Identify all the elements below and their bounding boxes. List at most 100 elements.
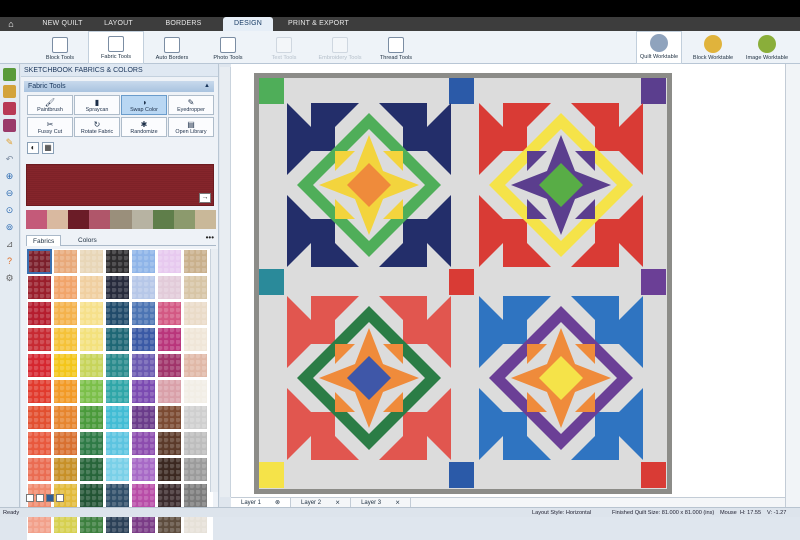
recent-fabric-swatch[interactable] bbox=[194, 210, 216, 229]
fabric-swatch[interactable] bbox=[80, 302, 103, 325]
fabric-swatch[interactable] bbox=[158, 432, 181, 455]
fabric-swatch[interactable] bbox=[28, 328, 51, 351]
open-library-tool[interactable]: ▤ Open Library bbox=[168, 117, 214, 137]
zoom-fit-icon[interactable]: ⊙ bbox=[3, 204, 16, 217]
fabric-swatch[interactable] bbox=[54, 276, 77, 299]
fabric-swatch[interactable] bbox=[158, 328, 181, 351]
fabric-swatch[interactable] bbox=[158, 250, 181, 273]
fabric-swatch[interactable] bbox=[106, 406, 129, 429]
recent-fabric-swatch[interactable] bbox=[152, 210, 174, 229]
fabric-swatch[interactable] bbox=[106, 380, 129, 403]
fabric-swatch[interactable] bbox=[80, 276, 103, 299]
fabric-swatch[interactable] bbox=[54, 354, 77, 377]
help-icon[interactable]: ? bbox=[3, 255, 16, 268]
block-tools-button[interactable]: Block Tools bbox=[32, 31, 88, 64]
fabric-swatch[interactable] bbox=[184, 432, 207, 455]
fabric-swatch[interactable] bbox=[27, 249, 52, 274]
fabric-tools-header[interactable]: Fabric Tools ▲ bbox=[24, 81, 214, 92]
fabric-swatch[interactable] bbox=[80, 432, 103, 455]
fabric-swatch[interactable] bbox=[28, 432, 51, 455]
fabric-swatch[interactable] bbox=[106, 328, 129, 351]
undo-icon[interactable]: ↶ bbox=[3, 153, 16, 166]
fabric-swatch[interactable] bbox=[54, 406, 77, 429]
fabric-swatch[interactable] bbox=[158, 458, 181, 481]
tab-design[interactable]: DESIGN bbox=[223, 17, 273, 31]
fabric-swatch[interactable] bbox=[54, 432, 77, 455]
fabric-swatch[interactable] bbox=[80, 458, 103, 481]
fabric-swatch[interactable] bbox=[80, 380, 103, 403]
fabric-swatch[interactable] bbox=[184, 380, 207, 403]
fabric-swatch[interactable] bbox=[158, 276, 181, 299]
zoom-actual-icon[interactable]: ⊚ bbox=[3, 221, 16, 234]
quilt-canvas[interactable] bbox=[254, 73, 672, 494]
tab-borders[interactable]: BORDERS bbox=[156, 17, 211, 31]
quilt-worktable-button[interactable]: Quilt Worktable bbox=[636, 31, 682, 64]
fabric-swatch[interactable] bbox=[158, 302, 181, 325]
recent-fabric-swatch[interactable] bbox=[110, 210, 132, 229]
auto-borders-button[interactable]: Auto Borders bbox=[144, 31, 200, 64]
fabric-swatch[interactable] bbox=[28, 302, 51, 325]
fabric-swatch[interactable] bbox=[106, 302, 129, 325]
fabric-swatch[interactable] bbox=[132, 250, 155, 273]
recent-fabric-swatch[interactable] bbox=[68, 210, 90, 229]
fabric-swatch[interactable] bbox=[28, 458, 51, 481]
vertical-scrollbar[interactable] bbox=[785, 64, 800, 507]
fabric-swatch[interactable] bbox=[132, 302, 155, 325]
sketchbook-icon[interactable] bbox=[3, 119, 16, 132]
fabric-swatch[interactable] bbox=[132, 380, 155, 403]
zoom-out-icon[interactable]: ⊖ bbox=[3, 187, 16, 200]
zoom-in-icon[interactable]: ⊕ bbox=[3, 170, 16, 183]
fabric-swatch[interactable] bbox=[80, 354, 103, 377]
fabric-swatch[interactable] bbox=[28, 354, 51, 377]
rotate-fabric-tool[interactable]: ↻ Rotate Fabric bbox=[74, 117, 120, 137]
settings-gear-icon[interactable]: ⚙ bbox=[3, 272, 16, 285]
recent-fabric-swatch[interactable] bbox=[47, 210, 69, 229]
fabric-swatch[interactable] bbox=[28, 380, 51, 403]
fabric-swatch[interactable] bbox=[132, 328, 155, 351]
fabric-swatch[interactable] bbox=[106, 458, 129, 481]
fabric-swatch[interactable] bbox=[80, 328, 103, 351]
palette-icon[interactable]: ▦ bbox=[42, 142, 54, 154]
tab-colors[interactable]: Colors bbox=[72, 235, 103, 246]
fabric-swatch[interactable] bbox=[54, 328, 77, 351]
more-options-icon[interactable]: ••• bbox=[206, 233, 214, 242]
tab-print-export[interactable]: PRINT & EXPORT bbox=[281, 17, 356, 31]
fabric-swatch[interactable] bbox=[184, 250, 207, 273]
fabric-swatch[interactable] bbox=[132, 406, 155, 429]
pencil-icon[interactable]: ✎ bbox=[3, 136, 16, 149]
recent-fabric-swatch[interactable] bbox=[89, 210, 111, 229]
swap-color-tool[interactable]: ◑ Swap Color bbox=[121, 95, 167, 115]
ruler-icon[interactable]: ⊿ bbox=[3, 238, 16, 251]
fabric-swatch[interactable] bbox=[54, 380, 77, 403]
library-icon[interactable] bbox=[3, 102, 16, 115]
tab-new-quilt[interactable]: NEW QUILT bbox=[40, 17, 85, 31]
fabric-swatch[interactable] bbox=[184, 328, 207, 351]
fabric-swatch[interactable] bbox=[106, 276, 129, 299]
fabric-swatch[interactable] bbox=[184, 276, 207, 299]
fabric-swatch[interactable] bbox=[184, 458, 207, 481]
panel-divider-scrollbar[interactable] bbox=[220, 67, 231, 497]
fabric-swatch[interactable] bbox=[132, 458, 155, 481]
image-worktable-button[interactable]: Image Worktable bbox=[744, 31, 790, 64]
paintbrush-tool[interactable]: 🖌 Paintbrush bbox=[27, 95, 73, 115]
eyedropper-tool[interactable]: ✎ Eyedropper bbox=[168, 95, 214, 115]
fabric-swatch[interactable] bbox=[158, 380, 181, 403]
fabric-swatch[interactable] bbox=[184, 302, 207, 325]
fabric-swatch[interactable] bbox=[132, 432, 155, 455]
fabric-tools-button[interactable]: Fabric Tools bbox=[88, 31, 144, 64]
fabric-scrollbar[interactable] bbox=[210, 249, 218, 492]
page-button[interactable] bbox=[56, 493, 64, 502]
fabric-swatch[interactable] bbox=[28, 406, 51, 429]
page-button[interactable] bbox=[46, 493, 54, 502]
home-icon[interactable]: ⌂ bbox=[0, 17, 22, 31]
open-icon[interactable] bbox=[3, 85, 16, 98]
block-worktable-button[interactable]: Block Worktable bbox=[690, 31, 736, 64]
arrow-right-icon[interactable]: → bbox=[199, 193, 211, 203]
tab-layout[interactable]: LAYOUT bbox=[91, 17, 146, 31]
photo-tools-button[interactable]: Photo Tools bbox=[200, 31, 256, 64]
recent-fabric-swatch[interactable] bbox=[26, 210, 48, 229]
recent-fabric-swatch[interactable] bbox=[173, 210, 195, 229]
page-button[interactable] bbox=[26, 493, 34, 502]
randomize-tool[interactable]: ✱ Randomize bbox=[121, 117, 167, 137]
spraycan-tool[interactable]: ▮ Spraycan bbox=[74, 95, 120, 115]
